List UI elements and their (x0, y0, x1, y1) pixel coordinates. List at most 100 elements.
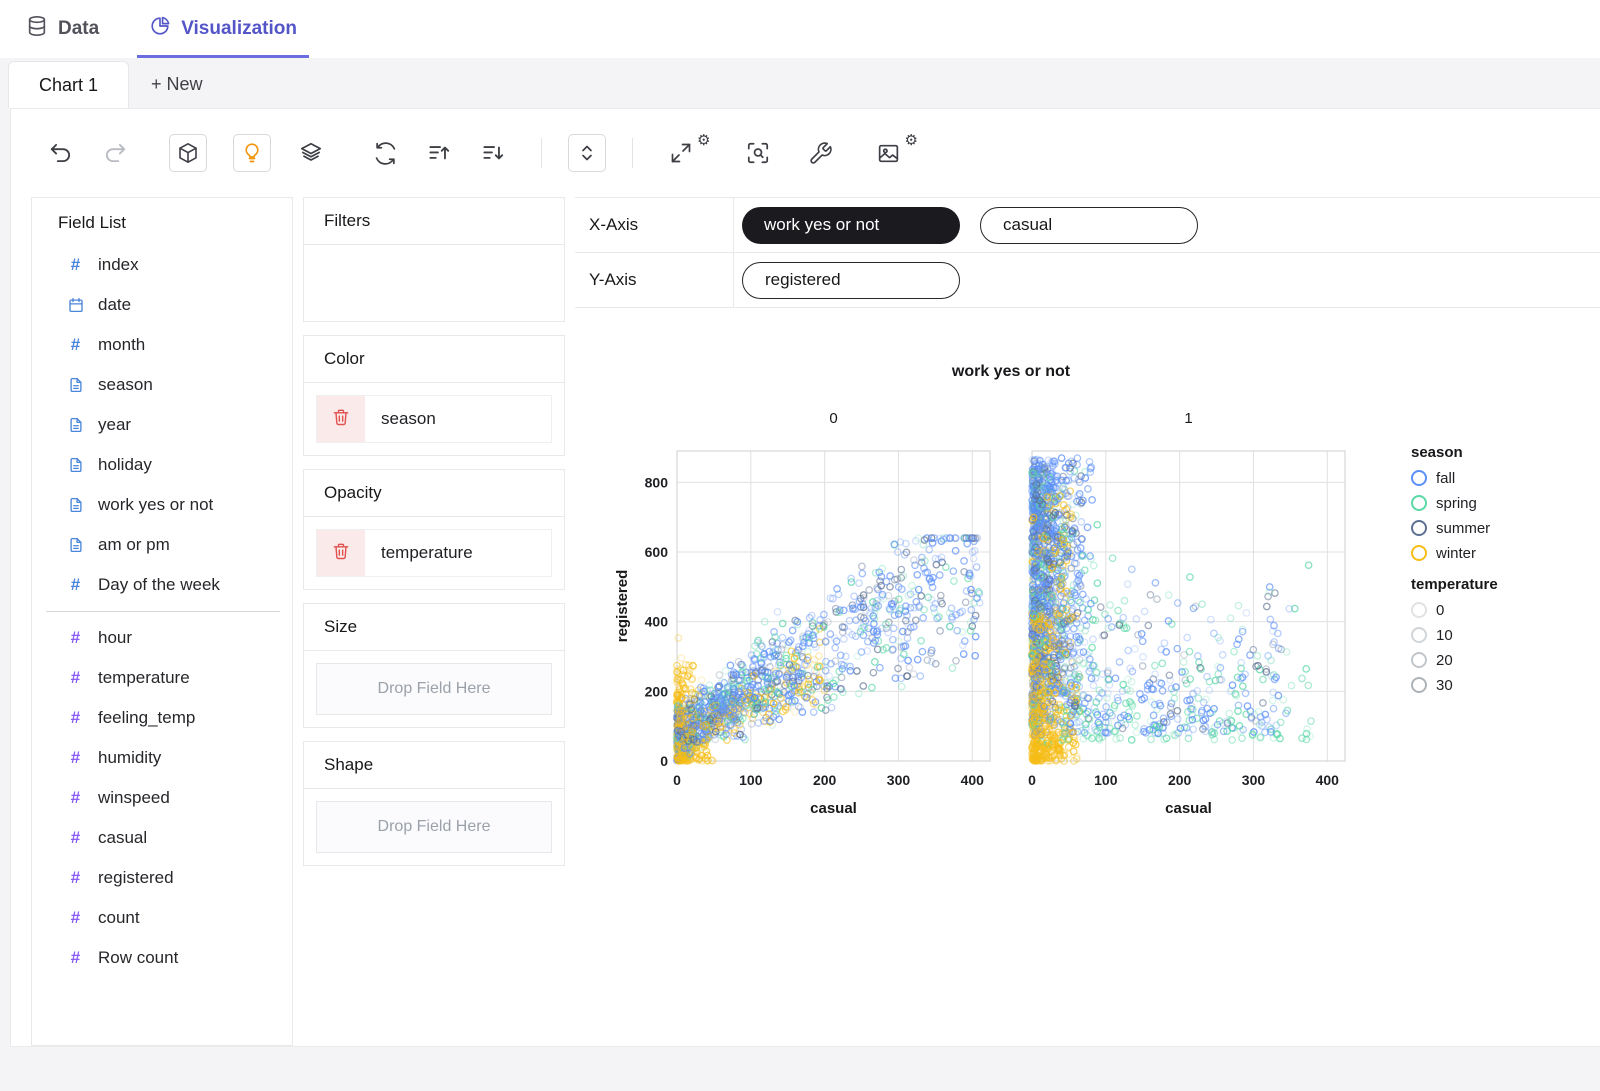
resize-chart-button[interactable]: ⚙ (667, 132, 710, 167)
export-image-button[interactable]: ⚙ (874, 132, 918, 167)
field-label: hour (98, 628, 133, 647)
shape-header: Shape (304, 742, 564, 789)
shape-dropzone[interactable]: Drop Field Here (316, 801, 552, 853)
field-label: Row count (98, 948, 179, 967)
remove-color-field-button[interactable] (317, 396, 365, 442)
field-item-date[interactable]: date (32, 285, 292, 325)
filters-dropzone[interactable] (304, 245, 564, 321)
wrench-icon (808, 141, 833, 166)
aggregation-toggle-button[interactable] (169, 134, 207, 172)
image-icon (874, 139, 902, 167)
redo-icon (102, 140, 128, 166)
color-field-label: season (381, 409, 436, 428)
field-item-hour[interactable]: # hour (32, 618, 292, 658)
toolbar: ⚙ ⚙ (11, 109, 1600, 197)
hash-icon: # (70, 335, 81, 354)
field-item-holiday[interactable]: holiday (32, 445, 292, 485)
cube-icon (176, 141, 200, 165)
text-icon (66, 376, 85, 395)
pill-casual[interactable]: casual (980, 206, 1198, 244)
unfold-vertical-icon (575, 141, 599, 165)
trash-icon (331, 407, 351, 432)
field-item-year[interactable]: year (32, 405, 292, 445)
field-list-divider (46, 611, 280, 612)
field-label: temperature (98, 668, 190, 687)
redo-button[interactable] (101, 139, 129, 167)
opacity-section: Opacity temperature (303, 469, 565, 590)
field-item-row-count[interactable]: # Row count (32, 938, 292, 978)
svg-text:0: 0 (1436, 602, 1444, 619)
field-item-day-of-the-week[interactable]: # Day of the week (32, 565, 292, 605)
field-label: count (98, 908, 140, 927)
field-item-humidity[interactable]: # humidity (32, 738, 292, 778)
new-chart-button[interactable]: + New (129, 61, 225, 108)
size-dropzone[interactable]: Drop Field Here (316, 663, 552, 715)
sort-ascending-button[interactable] (425, 139, 453, 167)
hash-icon: # (70, 868, 81, 887)
undo-button[interactable] (47, 139, 75, 167)
expand-icon (667, 139, 695, 167)
field-item-feeling_temp[interactable]: # feeling_temp (32, 698, 292, 738)
field-list-measures: # hour # temperature # feeling_temp # humidity #… (32, 618, 292, 978)
hash-icon: # (70, 255, 81, 274)
tab-visualization[interactable]: Visualization (137, 0, 309, 58)
y-axis-pills[interactable]: registered (733, 253, 1600, 307)
toolbar-separator (541, 138, 542, 168)
field-item-index[interactable]: # index (32, 245, 292, 285)
resize-mode-button[interactable] (568, 134, 606, 172)
y-axis-label: Y-Axis (589, 270, 637, 289)
svg-text:400: 400 (961, 772, 985, 788)
field-item-temperature[interactable]: # temperature (32, 658, 292, 698)
app-header: Data Visualization (0, 0, 1600, 58)
svg-text:100: 100 (1094, 772, 1118, 788)
field-list-dimensions: # index date # month season year holiday work ye… (32, 245, 292, 605)
facet-label: 1 (1184, 410, 1192, 427)
sort-descending-icon (480, 140, 506, 166)
undo-icon (48, 140, 74, 166)
layers-button[interactable] (297, 139, 325, 167)
remove-opacity-field-button[interactable] (317, 530, 365, 576)
x-axis-pills[interactable]: work yes or not casual (733, 198, 1600, 252)
svg-text:summer: summer (1436, 520, 1490, 537)
hash-icon: # (70, 788, 81, 807)
field-item-am-or-pm[interactable]: am or pm (32, 525, 292, 565)
field-item-work-yes-or-not[interactable]: work yes or not (32, 485, 292, 525)
encodings-panel: Filters Color season Opacity temperature… (303, 197, 565, 1046)
hash-icon: # (70, 828, 81, 847)
chart-tab-1[interactable]: Chart 1 (8, 61, 130, 108)
field-item-casual[interactable]: # casual (32, 818, 292, 858)
tab-visualization-label: Visualization (181, 18, 297, 39)
pill-registered[interactable]: registered (742, 261, 960, 299)
insight-button[interactable] (233, 134, 271, 172)
pill-work-yes-or-not[interactable]: work yes or not (742, 206, 960, 244)
trash-icon (331, 541, 351, 566)
tab-data[interactable]: Data (14, 0, 111, 58)
sort-descending-button[interactable] (479, 139, 507, 167)
field-label: season (98, 375, 153, 394)
filters-header: Filters (304, 198, 564, 245)
field-item-winspeed[interactable]: # winspeed (32, 778, 292, 818)
hash-icon: # (70, 575, 81, 594)
chart-container: work yes or not 0 0 100 200 300 400 casual 1 0 100… (575, 308, 1600, 836)
refresh-button[interactable] (371, 139, 399, 167)
svg-text:400: 400 (1316, 772, 1340, 788)
x-axis-row: X-Axis work yes or not casual (575, 198, 1600, 253)
field-item-month[interactable]: # month (32, 325, 292, 365)
field-label: month (98, 335, 146, 354)
field-item-registered[interactable]: # registered (32, 858, 292, 898)
field-label: year (98, 415, 132, 434)
color-field-chip[interactable]: season (316, 395, 552, 443)
svg-text:fall: fall (1436, 470, 1455, 487)
hash-icon: # (70, 708, 81, 727)
svg-text:registered: registered (614, 570, 631, 643)
view-area: X-Axis work yes or not casual Y-Axis regi… (575, 197, 1600, 1046)
field-label: index (98, 255, 139, 274)
field-list-panel: Field List # index date # month season year hol… (31, 197, 293, 1046)
tools-button[interactable] (806, 139, 834, 167)
field-item-count[interactable]: # count (32, 898, 292, 938)
hash-icon: # (70, 748, 81, 767)
shape-section: Shape Drop Field Here (303, 741, 565, 866)
opacity-field-chip[interactable]: temperature (316, 529, 552, 577)
explore-data-button[interactable] (744, 139, 772, 167)
field-item-season[interactable]: season (32, 365, 292, 405)
